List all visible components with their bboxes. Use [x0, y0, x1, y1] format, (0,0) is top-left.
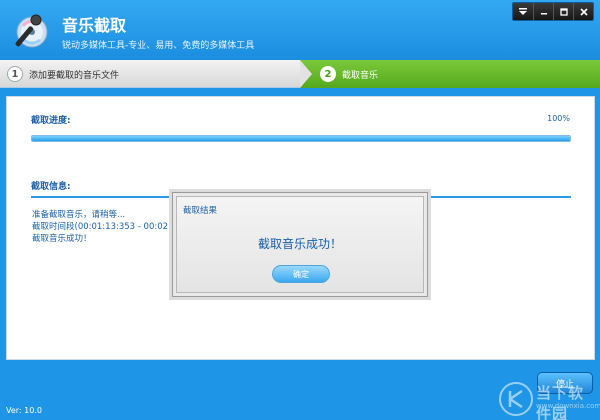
info-title: 截取信息: [31, 182, 71, 192]
step-arrow-divider [300, 60, 312, 88]
menu-icon [519, 7, 527, 15]
step-bar: 1 添加要截取的音乐文件 2 截取音乐 [0, 60, 600, 88]
progress-title: 截取进度: [31, 116, 71, 126]
step-label: 添加要截取的音乐文件 [29, 70, 120, 81]
info-log-line: 截取音乐成功！ [32, 234, 92, 244]
step-cut-music[interactable]: 2 截取音乐 [300, 60, 600, 88]
window-controls [512, 2, 594, 21]
info-log-line: 准备截取音乐，请稍等... [32, 210, 126, 220]
dialog-message: 截取音乐成功！ [257, 237, 342, 251]
minimize-button[interactable] [533, 3, 553, 20]
watermark-text: 当下软件园 [536, 384, 585, 420]
ok-button[interactable]: 确定 [272, 265, 330, 283]
step-add-music[interactable]: 1 添加要截取的音乐文件 [0, 60, 300, 88]
dialog-body: 截取结果 截取音乐成功！ 确定 [176, 196, 424, 293]
minimize-icon [540, 12, 547, 14]
info-log-line: 截取时间段(00:01:13:353 - 00:02:0 [32, 222, 177, 232]
maximize-button[interactable] [553, 3, 573, 20]
close-button[interactable] [573, 3, 593, 20]
watermark-url: www.downxia.com [536, 402, 600, 410]
step-label: 截取音乐 [342, 70, 379, 81]
title-bar[interactable]: 音乐截取 锐动多媒体工具-专业、易用、免费的多媒体工具 [0, 0, 600, 60]
music-cd-logo-icon [15, 14, 48, 48]
step-number: 1 [7, 66, 23, 82]
app-subtitle: 锐动多媒体工具-专业、易用、免费的多媒体工具 [62, 41, 255, 51]
progress-percent: 100% [547, 114, 570, 123]
result-dialog: 截取结果 截取音乐成功！ 确定 [172, 192, 428, 297]
dialog-title: 截取结果 [183, 206, 218, 216]
maximize-icon [559, 7, 568, 16]
progress-bar [31, 135, 571, 142]
watermark: 当下软件园 www.downxia.com [496, 378, 600, 420]
version-label: Ver: 10.0 [6, 406, 42, 415]
watermark-logo-icon [499, 382, 533, 416]
close-icon [579, 7, 588, 16]
app-window: 音乐截取 锐动多媒体工具-专业、易用、免费的多媒体工具 1 添加要截取的音乐文件… [0, 0, 600, 420]
app-title: 音乐截取 [62, 16, 127, 35]
step-number: 2 [320, 66, 336, 82]
info-log: 准备截取音乐，请稍等... 截取时间段(00:01:13:353 - 00:02… [32, 209, 176, 245]
progress-bar-fill [32, 136, 570, 141]
menu-button[interactable] [513, 3, 533, 20]
